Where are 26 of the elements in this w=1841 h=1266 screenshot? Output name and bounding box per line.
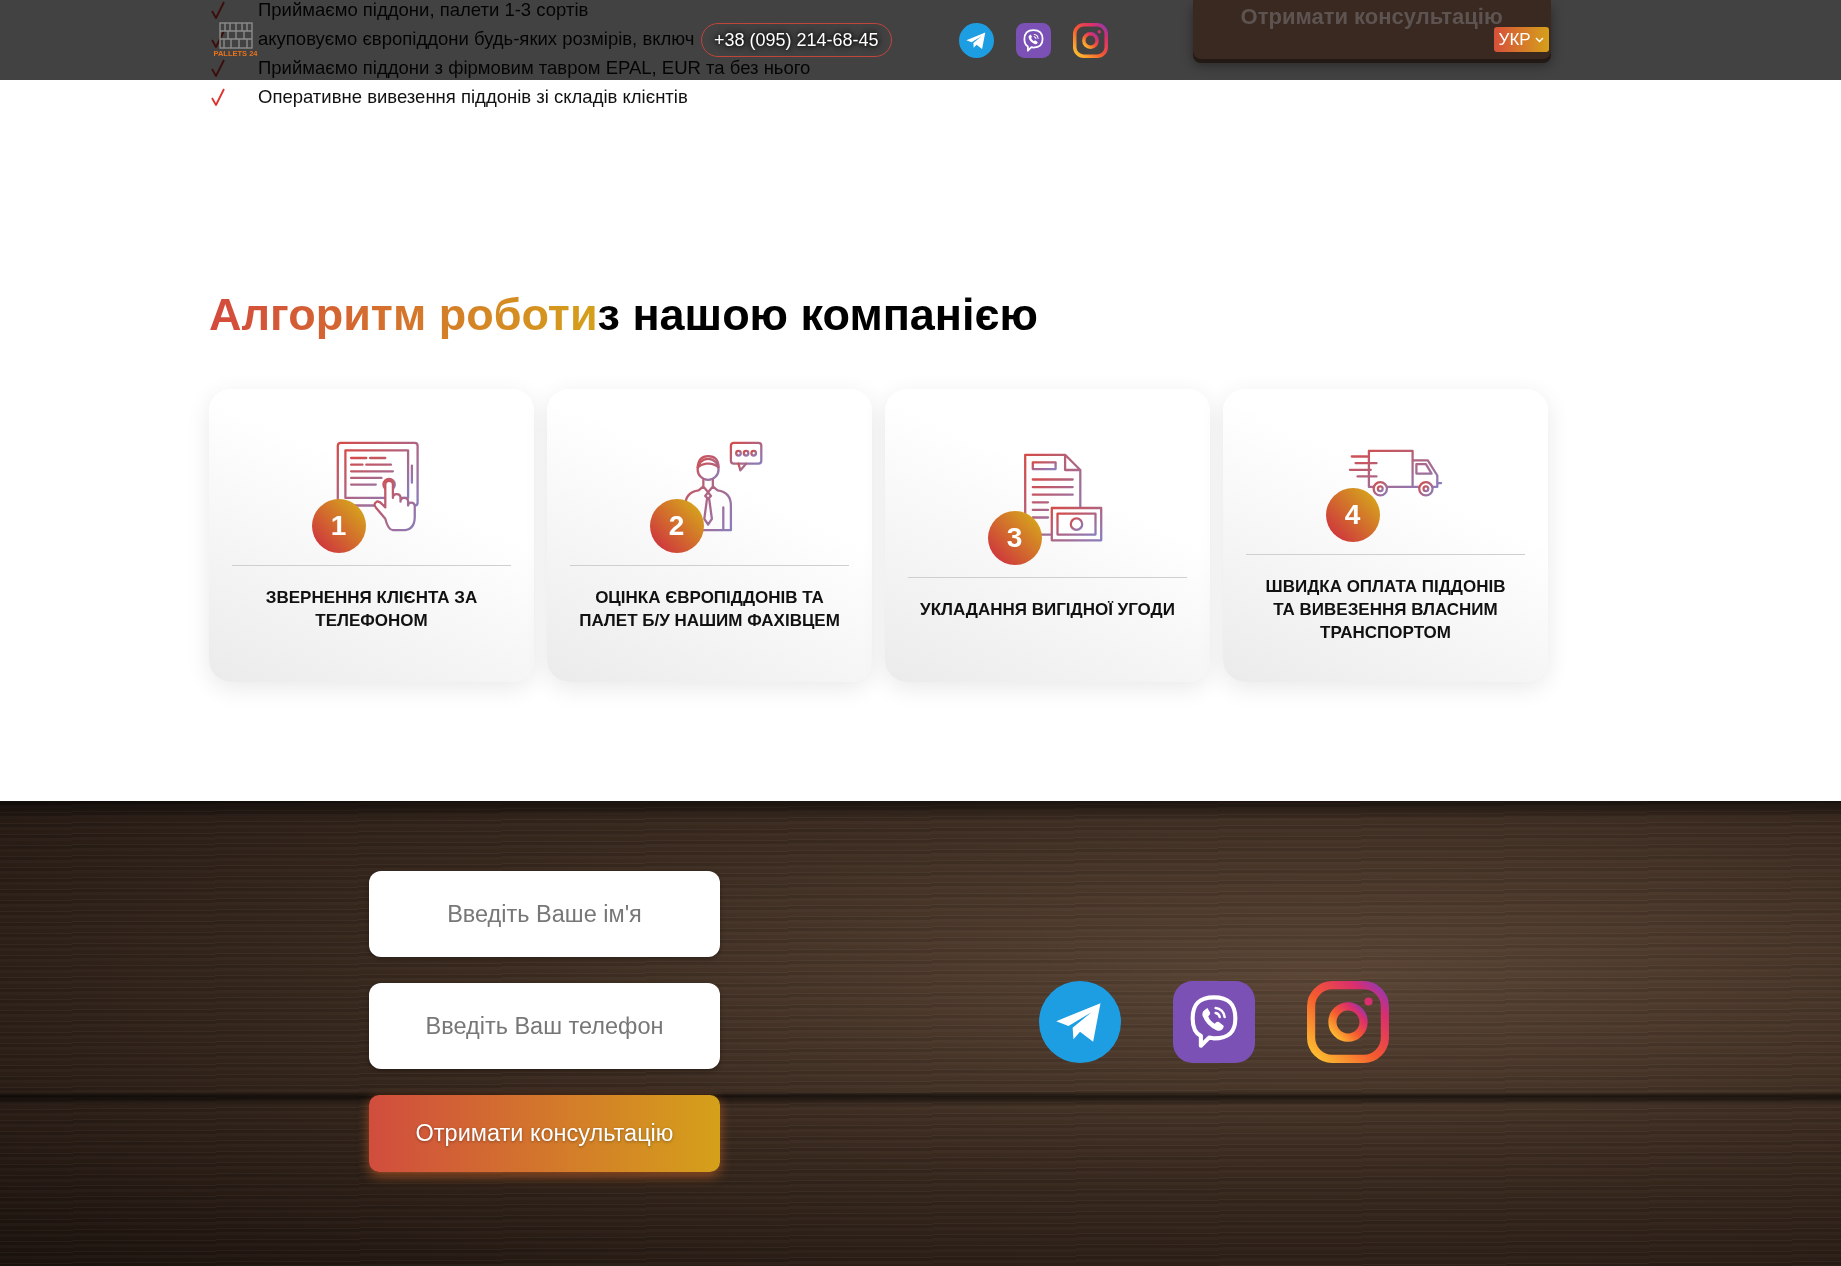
input-field[interactable]: Введіть Ваше ім'я xyxy=(369,871,720,957)
step-title: ОЦІНКА ЄВРОПІДДОНІВ ТА ПАЛЕТ Б/У НАШИМ ФАХІВЦЕМ xyxy=(578,587,841,632)
viber-icon[interactable] xyxy=(1015,22,1051,58)
instagram-icon[interactable] xyxy=(1072,22,1108,58)
benefit-text: Оперативне вивезення піддонів зі складів клієнтів xyxy=(258,87,688,107)
step-number-badge: 4 xyxy=(1325,487,1380,542)
step-number-badge: 2 xyxy=(649,499,704,553)
section-heading: Алгоритм роботиз нашою компанією xyxy=(209,290,1038,340)
viber-icon[interactable] xyxy=(1173,980,1255,1063)
step-number-badge: 1 xyxy=(311,499,366,553)
benefit-text: Приймаємо піддони з фірмовим тавром EPAL, EUR та без нього xyxy=(258,58,811,78)
instagram-icon[interactable] xyxy=(1307,980,1389,1063)
consultation-button[interactable]: Отримати консультацію xyxy=(369,1095,720,1172)
checkmark-icon xyxy=(211,88,225,106)
step-number-badge: 3 xyxy=(987,510,1042,565)
benefit-text: Приймаємо піддони, палети 1-3 сортів xyxy=(258,0,589,20)
step-title: УКЛАДАННЯ ВИГІДНОЇ УГОДИ xyxy=(920,598,1175,621)
step-title: ЗВЕРНЕННЯ КЛІЄНТА ЗА ТЕЛЕФОНОМ xyxy=(264,587,479,632)
chevron-down-icon xyxy=(1534,36,1544,43)
step-title: ШВИДКА ОПЛАТА ПІДДОНІВ ТА ВИВЕЗЕННЯ ВЛАСНИМ ТРАНСПОРТОМ xyxy=(1264,575,1507,644)
language-dropdown[interactable]: УКР xyxy=(1493,27,1549,52)
input-field[interactable]: Введіть Ваш телефон xyxy=(369,983,720,1069)
telegram-icon[interactable] xyxy=(1039,980,1121,1063)
benefit-text: акуповуємо європіддони будь-яких розмірів, включ xyxy=(258,29,695,49)
logo-icon[interactable] xyxy=(218,22,253,49)
telegram-icon[interactable] xyxy=(958,22,994,58)
